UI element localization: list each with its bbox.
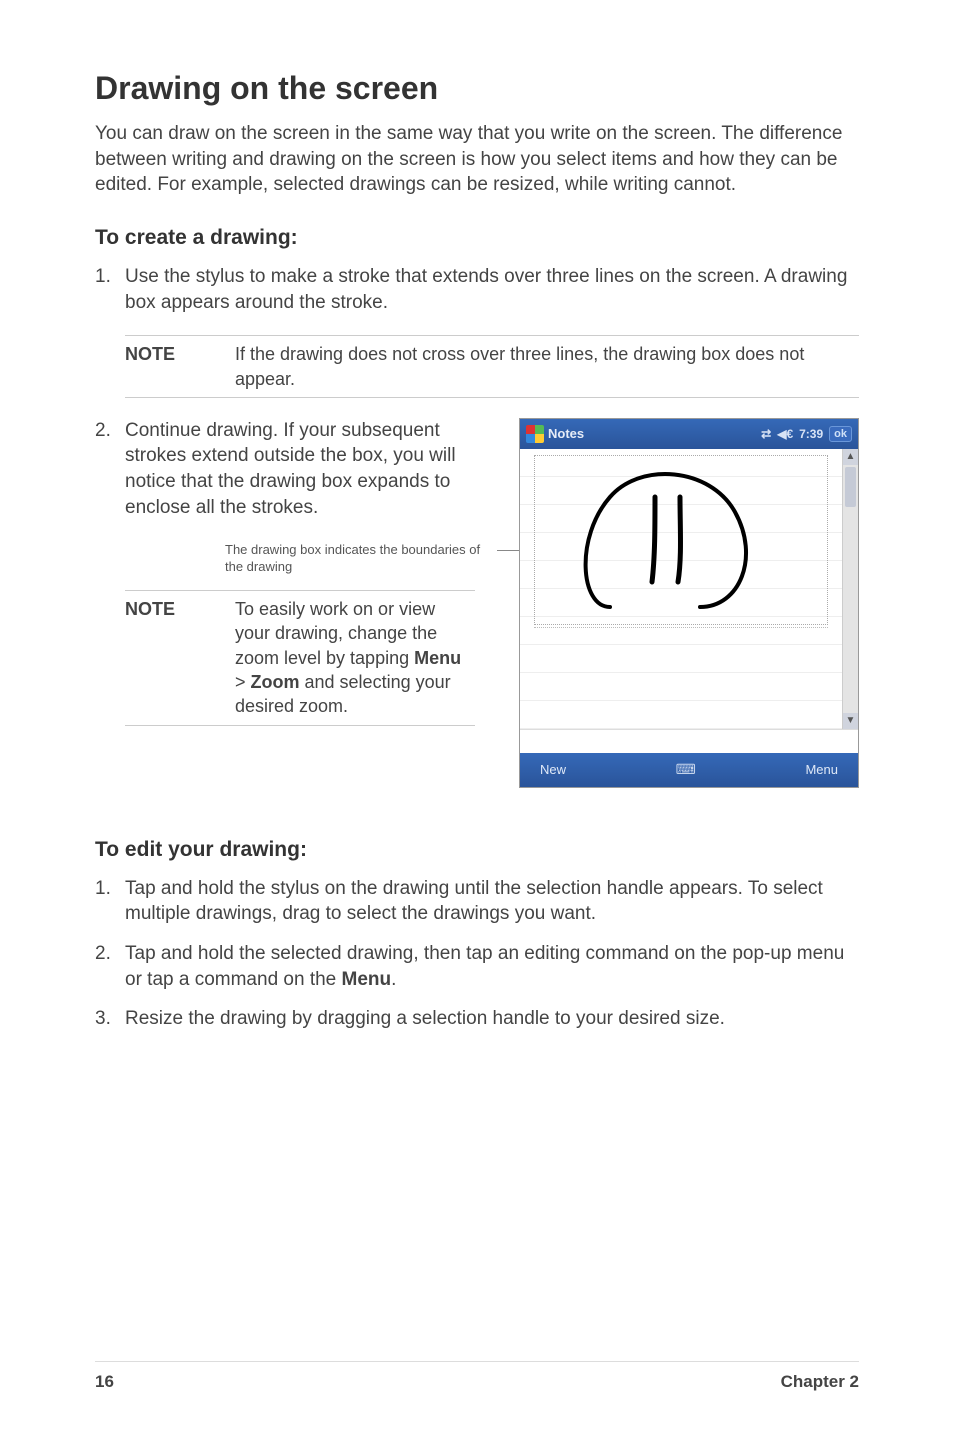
volume-icon[interactable]: ◀€ <box>777 427 793 441</box>
section-title-create: To create a drawing: <box>95 226 859 250</box>
drawing-canvas[interactable] <box>520 449 842 729</box>
device-new-button[interactable]: New <box>540 762 566 777</box>
note-box-1: NOTE If the drawing does not cross over … <box>125 335 859 398</box>
note-label: NOTE <box>125 591 235 725</box>
scroll-up-icon[interactable]: ▲ <box>843 449 858 465</box>
figure-callout: The drawing box indicates the boundaries… <box>95 542 497 576</box>
create-step-2: Continue drawing. If your subsequent str… <box>95 418 497 521</box>
keyboard-icon[interactable]: ⌨ <box>676 761 696 778</box>
connectivity-icon[interactable]: ⇄ <box>761 427 771 441</box>
page-footer: 16 Chapter 2 <box>95 1361 859 1392</box>
device-clock: 7:39 <box>799 427 823 441</box>
ok-button[interactable]: ok <box>829 426 852 442</box>
section-title-edit: To edit your drawing: <box>95 838 859 862</box>
note-box-2: NOTE To easily work on or view your draw… <box>125 590 475 725</box>
create-steps: Use the stylus to make a stroke that ext… <box>95 264 859 315</box>
create-step-1: Use the stylus to make a stroke that ext… <box>95 264 859 315</box>
drawing-stroke <box>570 467 770 617</box>
note-text: To easily work on or view your drawing, … <box>235 591 475 725</box>
scroll-thumb[interactable] <box>845 467 856 507</box>
device-menu-button[interactable]: Menu <box>805 762 838 777</box>
device-menubar: New ⌨ Menu <box>520 753 858 787</box>
page-title: Drawing on the screen <box>95 70 859 107</box>
device-titlebar: Notes ⇄ ◀€ 7:39 ok <box>520 419 858 449</box>
start-icon[interactable] <box>526 425 544 443</box>
intro-paragraph: You can draw on the screen in the same w… <box>95 121 859 198</box>
chapter-label: Chapter 2 <box>781 1372 859 1392</box>
edit-steps: Tap and hold the stylus on the drawing u… <box>95 876 859 1032</box>
note-text: If the drawing does not cross over three… <box>235 336 859 398</box>
scrollbar[interactable]: ▲ ▼ <box>842 449 858 729</box>
edit-step-3: Resize the drawing by dragging a selecti… <box>95 1006 859 1032</box>
create-steps-cont: Continue drawing. If your subsequent str… <box>95 418 497 521</box>
device-screenshot: Notes ⇄ ◀€ 7:39 ok <box>519 418 859 788</box>
device-app-title: Notes <box>548 426 584 441</box>
edit-step-2: Tap and hold the selected drawing, then … <box>95 941 859 992</box>
note-label: NOTE <box>125 336 235 398</box>
scroll-down-icon[interactable]: ▼ <box>843 713 858 729</box>
edit-step-1: Tap and hold the stylus on the drawing u… <box>95 876 859 927</box>
page-number: 16 <box>95 1372 114 1392</box>
